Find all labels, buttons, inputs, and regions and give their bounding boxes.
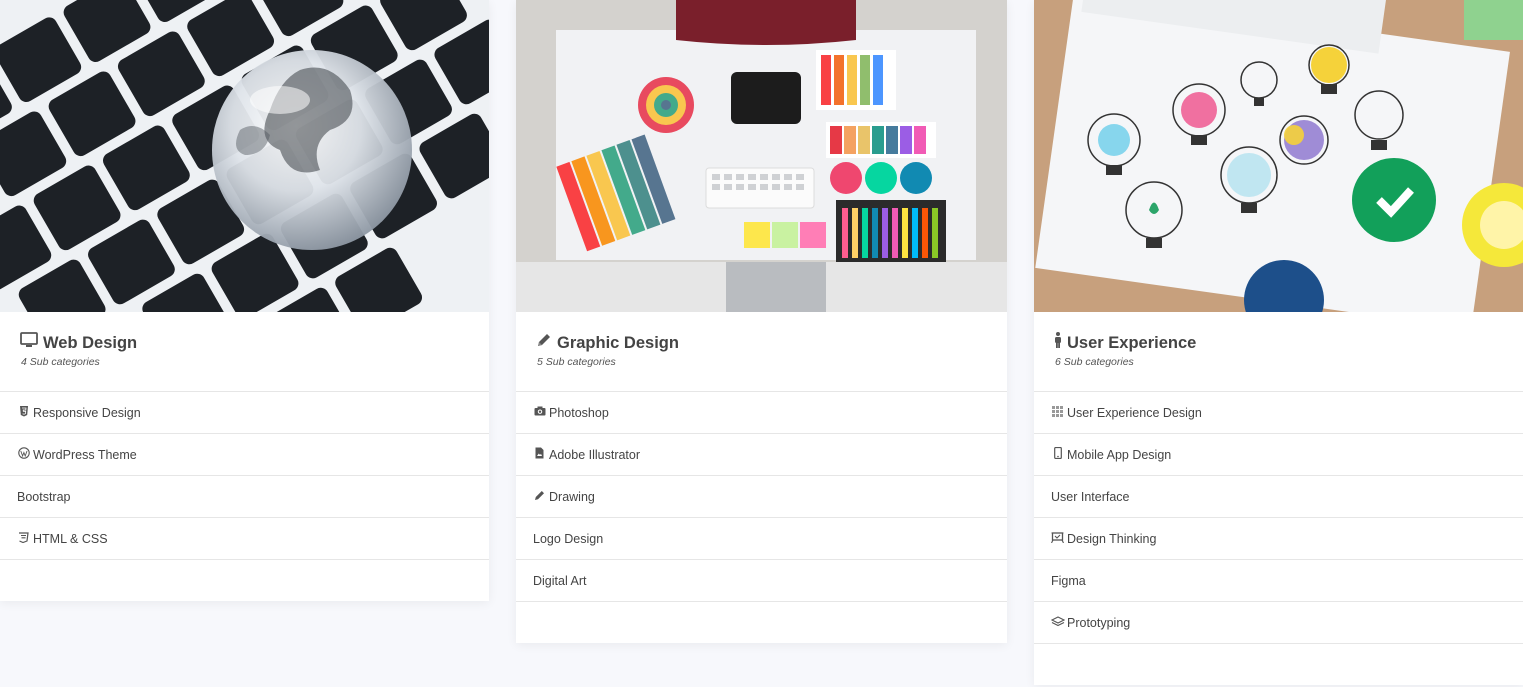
subcategory-label: HTML & CSS — [33, 531, 108, 546]
subcategory-item-figma[interactable]: Figma — [1034, 560, 1523, 602]
subcategory-label: Photoshop — [549, 405, 609, 420]
card-image-web-design[interactable] — [0, 0, 489, 312]
layers-icon — [1050, 615, 1066, 630]
card-title-text: Graphic Design — [557, 334, 679, 352]
grid-icon — [1051, 405, 1064, 420]
mobile-icon — [1051, 446, 1064, 462]
subcategory-label: Digital Art — [533, 573, 587, 588]
subcategory-label: Logo Design — [533, 531, 604, 546]
subcategory-item-adobe-illustrator[interactable]: Adobe Illustrator — [516, 434, 1007, 476]
card-footer — [0, 560, 489, 601]
card-title-text: Web Design — [43, 334, 138, 352]
subcategory-label: Figma — [1051, 573, 1086, 588]
subcategory-item-bootstrap[interactable]: Bootstrap — [0, 476, 489, 518]
category-cards: Web Design 4 Sub categories Responsive D… — [0, 0, 1523, 687]
subcategory-label: Mobile App Design — [1067, 447, 1172, 462]
subcategory-label: User Experience Design — [1067, 405, 1202, 420]
subcategory-item-user-interface[interactable]: User Interface — [1034, 476, 1523, 518]
subcategory-label: User Interface — [1051, 489, 1130, 504]
subcategory-label: Drawing — [549, 489, 595, 504]
card-image-graphic-design[interactable] — [516, 0, 1007, 312]
subcategory-item-drawing[interactable]: Drawing — [516, 476, 1007, 518]
subcategory-label: WordPress Theme — [33, 447, 137, 462]
easel-icon — [1051, 531, 1064, 546]
category-card-user-experience: User Experience 6 Sub categories User Ex… — [1034, 0, 1523, 685]
subcategory-count: 5 Sub categories — [537, 356, 616, 368]
monitor-icon — [20, 332, 38, 354]
wordpress-icon — [17, 447, 30, 462]
subcategory-item-wordpress-theme[interactable]: WordPress Theme — [0, 434, 489, 476]
html5-shield-icon — [17, 405, 30, 420]
subcategory-count: 6 Sub categories — [1055, 356, 1134, 368]
pencil-icon — [536, 332, 552, 354]
subcategory-item-digital-art[interactable]: Digital Art — [516, 560, 1007, 602]
subcategory-item-html-css[interactable]: HTML & CSS — [0, 518, 489, 560]
camera-icon — [533, 406, 546, 419]
designer-desk-photo — [516, 0, 1007, 312]
card-header: Web Design 4 Sub categories — [0, 312, 489, 392]
card-title[interactable]: Graphic Design — [536, 332, 990, 354]
pencil-icon — [533, 489, 546, 504]
category-card-graphic-design: Graphic Design 5 Sub categories Photosho… — [516, 0, 1007, 643]
subcategory-label: Prototyping — [1067, 615, 1131, 630]
subcategory-item-prototyping[interactable]: Prototyping — [1034, 602, 1523, 644]
subcategory-item-mobile-app-design[interactable]: Mobile App Design — [1034, 434, 1523, 476]
card-title[interactable]: Web Design — [20, 332, 472, 354]
subcategory-item-user-experience-design[interactable]: User Experience Design — [1034, 392, 1523, 434]
subcategory-label: Adobe Illustrator — [549, 447, 641, 462]
card-footer — [1034, 644, 1523, 685]
card-title[interactable]: User Experience — [1054, 332, 1506, 354]
card-image-user-experience[interactable] — [1034, 0, 1523, 312]
css3-icon — [17, 531, 30, 546]
subcategory-item-responsive-design[interactable]: Responsive Design — [0, 392, 489, 434]
lightbulb-sketches-photo — [1034, 0, 1523, 312]
card-header: User Experience 6 Sub categories — [1034, 312, 1523, 392]
keyboard-globe-photo — [0, 0, 489, 312]
subcategory-label: Responsive Design — [33, 405, 141, 420]
subcategory-item-logo-design[interactable]: Logo Design — [516, 518, 1007, 560]
card-title-text: User Experience — [1067, 334, 1197, 352]
subcategory-item-photoshop[interactable]: Photoshop — [516, 392, 1007, 434]
subcategory-label: Design Thinking — [1067, 531, 1157, 546]
category-card-web-design: Web Design 4 Sub categories Responsive D… — [0, 0, 489, 601]
subcategory-item-design-thinking[interactable]: Design Thinking — [1034, 518, 1523, 560]
subcategory-label: Bootstrap — [17, 489, 71, 504]
person-icon — [1054, 332, 1062, 354]
file-image-icon — [533, 447, 546, 462]
card-header: Graphic Design 5 Sub categories — [516, 312, 1007, 392]
subcategory-count: 4 Sub categories — [21, 356, 100, 368]
card-footer — [516, 602, 1007, 643]
